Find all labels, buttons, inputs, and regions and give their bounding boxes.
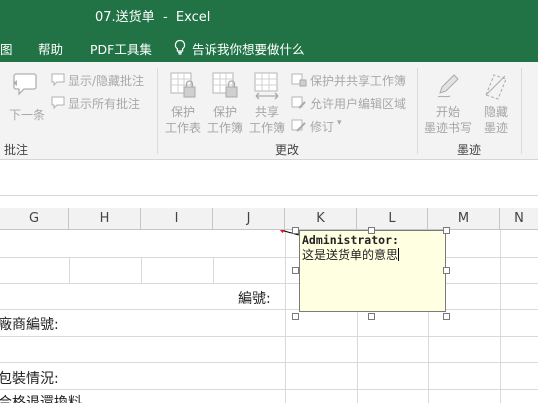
grid-line bbox=[141, 257, 142, 283]
title-bar: 07.送货单 - Excel bbox=[0, 0, 538, 31]
cell-partial-row: 合格退還換料 bbox=[0, 395, 82, 403]
hide-ink-icon bbox=[485, 74, 507, 100]
menu-bar: 图 帮助 PDF工具集 告诉我你想要做什么 bbox=[0, 31, 538, 62]
track-changes-label: 修订 bbox=[310, 120, 335, 134]
menu-item-pdf-tools[interactable]: PDF工具集 bbox=[90, 39, 152, 58]
allow-edit-ranges-label: 允许用户编辑区域 bbox=[310, 97, 407, 111]
column-header-i[interactable]: I bbox=[141, 208, 213, 230]
column-header-h[interactable]: H bbox=[69, 208, 141, 230]
resize-handle[interactable] bbox=[292, 313, 299, 320]
text-caret bbox=[398, 248, 400, 261]
share-workbook-label-1: 共享 bbox=[254, 105, 279, 119]
grid-line bbox=[0, 362, 538, 363]
share-workbook-icon bbox=[254, 72, 279, 100]
cell-vendor-label: 廠商編號: bbox=[0, 317, 59, 333]
menu-item-help[interactable]: 帮助 bbox=[38, 39, 63, 58]
resize-handle[interactable] bbox=[368, 313, 375, 320]
start-inking-label-2: 墨迹书写 bbox=[423, 121, 472, 135]
show-all-comments-label: 显示所有批注 bbox=[68, 97, 141, 111]
chevron-down-icon: ▾ bbox=[337, 118, 342, 128]
comments-icon bbox=[51, 96, 65, 110]
lock-grid-icon bbox=[291, 73, 307, 87]
column-header-j[interactable]: J bbox=[213, 208, 285, 230]
formula-bar[interactable] bbox=[0, 160, 538, 196]
next-comment-button[interactable]: 下一条 bbox=[6, 68, 46, 128]
resize-handle[interactable] bbox=[443, 227, 450, 234]
grid-line bbox=[0, 389, 538, 390]
start-inking-button[interactable]: 开始 墨迹书写 bbox=[422, 70, 474, 136]
resize-handle[interactable] bbox=[292, 227, 299, 234]
grid-line bbox=[0, 257, 538, 258]
window-title: 07.送货单 - Excel bbox=[95, 10, 211, 25]
grid-line bbox=[285, 230, 286, 403]
column-header-n[interactable]: N bbox=[500, 208, 538, 230]
comment-text[interactable]: 这是送货单的意思 bbox=[302, 248, 398, 262]
group-label-changes: 更改 bbox=[275, 143, 300, 157]
start-inking-label-1: 开始 bbox=[435, 105, 460, 119]
comment-icon bbox=[51, 73, 65, 87]
menu-item-view[interactable]: 图 bbox=[0, 39, 13, 58]
grid-line bbox=[500, 230, 501, 403]
cell-packing-label: 包裝情況: bbox=[0, 371, 59, 387]
resize-handle[interactable] bbox=[292, 267, 299, 274]
group-label-comments: 批注 bbox=[4, 143, 29, 157]
grid-line bbox=[213, 257, 214, 283]
group-separator bbox=[521, 68, 522, 154]
hide-ink-label-1: 隐藏 bbox=[483, 105, 508, 119]
hide-ink-label-2: 墨迹 bbox=[483, 121, 508, 135]
column-headers: G H I J K L M N bbox=[0, 208, 538, 230]
track-changes-icon bbox=[291, 119, 306, 132]
protect-sheet-label-1: 保护 bbox=[170, 105, 195, 119]
sheet-gap bbox=[0, 196, 538, 208]
protect-workbook-label-2: 工作簿 bbox=[206, 121, 243, 135]
grid-line bbox=[69, 257, 70, 283]
protect-share-workbook-label: 保护并共享工作簿 bbox=[310, 74, 407, 88]
comment-author: Administrator: bbox=[302, 233, 399, 247]
comment-box[interactable]: Administrator: 这是送货单的意思 bbox=[299, 230, 446, 312]
protect-workbook-label-1: 保护 bbox=[212, 105, 237, 119]
share-workbook-label-2: 工作簿 bbox=[248, 121, 285, 135]
protect-sheet-label-2: 工作表 bbox=[164, 121, 201, 135]
protect-sheet-icon bbox=[170, 72, 196, 98]
group-label-ink: 墨迹 bbox=[457, 143, 482, 157]
cell-grid[interactable]: 編號: 廠商編號: 包裝情況: 合格退還換料 bbox=[0, 230, 538, 403]
edit-ranges-icon bbox=[291, 96, 306, 109]
resize-handle[interactable] bbox=[443, 313, 450, 320]
grid-line bbox=[0, 283, 538, 284]
group-separator bbox=[417, 68, 418, 154]
next-comment-icon bbox=[13, 73, 37, 96]
show-hide-comment-label: 显示/隐藏批注 bbox=[68, 74, 145, 88]
cell-number-label: 編號: bbox=[238, 291, 271, 307]
protect-sheet-button[interactable]: 保护 工作表 bbox=[163, 70, 203, 136]
protect-workbook-icon bbox=[212, 72, 238, 98]
grid-line bbox=[0, 336, 538, 337]
grid-line bbox=[0, 309, 538, 310]
tell-me-search[interactable]: 告诉我你想要做什么 bbox=[192, 39, 305, 58]
share-workbook-button[interactable]: 共享 工作簿 bbox=[247, 70, 287, 136]
column-header-g[interactable]: G bbox=[0, 208, 69, 230]
resize-handle[interactable] bbox=[443, 267, 450, 274]
lightbulb-icon bbox=[174, 39, 186, 55]
next-comment-label: 下一条 bbox=[9, 108, 46, 122]
ribbon: 下一条 显示/隐藏批注 显示所有批注 批注 保护 工作表 保护 工作簿 共享 工… bbox=[0, 62, 538, 160]
group-separator bbox=[157, 68, 158, 154]
pen-icon bbox=[437, 74, 459, 98]
column-header-m[interactable]: M bbox=[428, 208, 500, 230]
resize-handle[interactable] bbox=[368, 227, 375, 234]
hide-ink-button[interactable]: 隐藏 墨迹 bbox=[476, 70, 516, 136]
protect-workbook-button[interactable]: 保护 工作簿 bbox=[205, 70, 245, 136]
